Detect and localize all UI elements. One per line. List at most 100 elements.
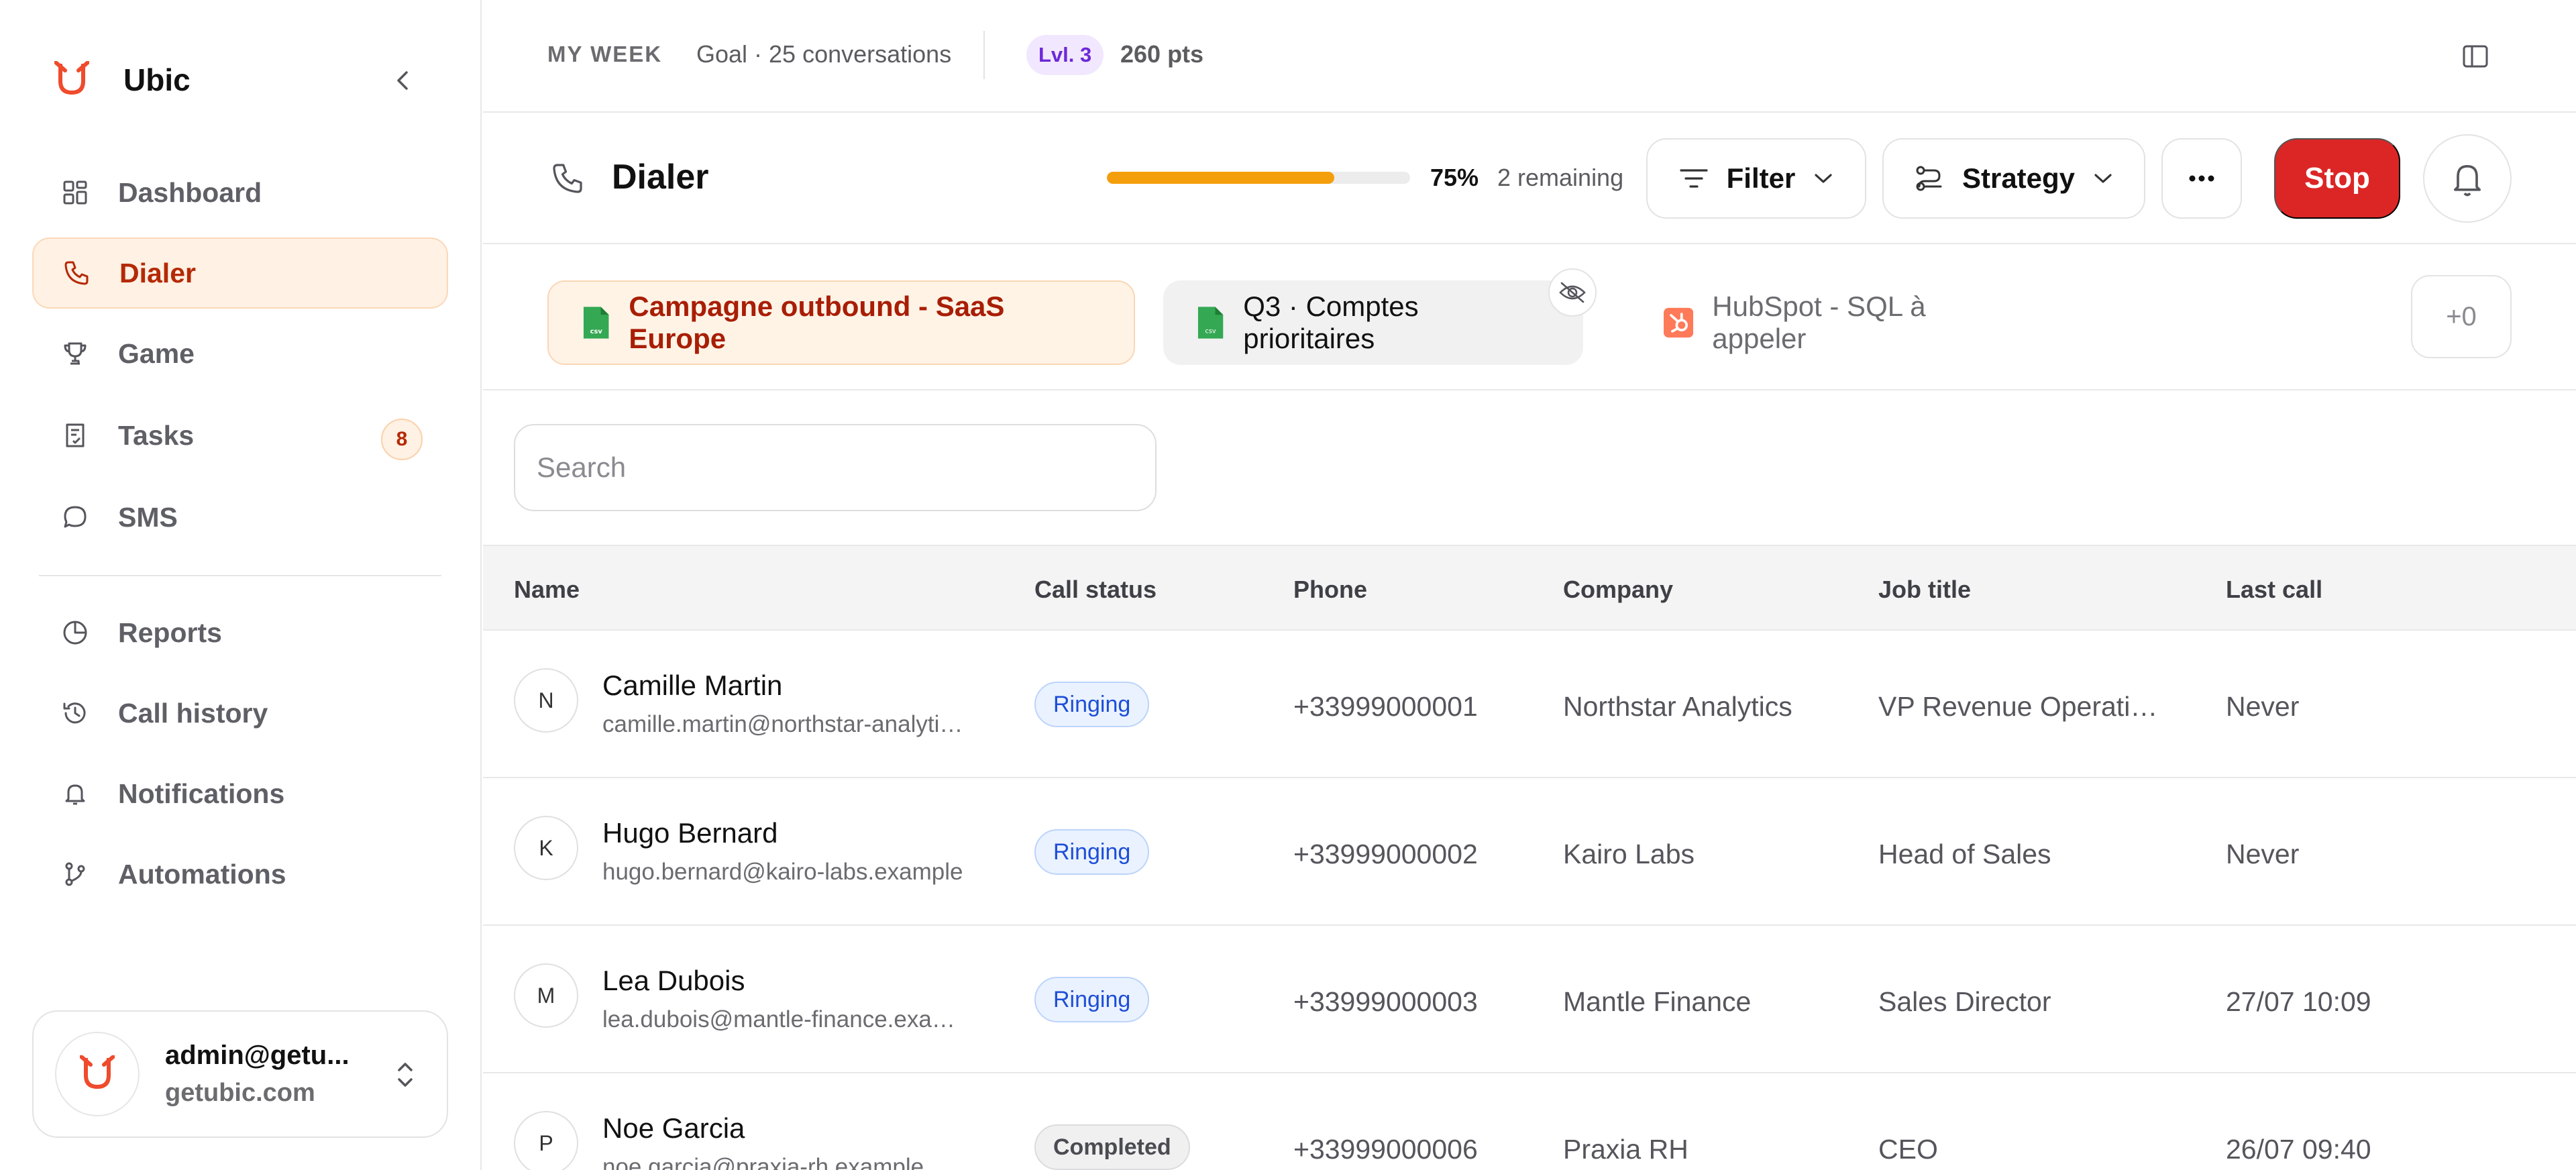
avatar: M [514,963,578,1028]
contact-email: camille.martin@northstar-analytics.examp… [602,711,965,737]
contact-email: noe.garcia@praxia-rh.example [602,1154,924,1170]
brand[interactable]: Ubic [52,56,191,103]
sidebar-item-dialer[interactable]: Dialer [32,237,448,309]
sidebar-item-label: SMS [118,501,178,533]
company-name: Kairo Labs [1563,839,1695,869]
strategy-label: Strategy [1962,162,2076,194]
phone-icon [547,158,588,199]
job-title: Head of Sales [1878,839,2051,869]
column-header-company[interactable]: Company [1563,576,1673,604]
sidebar-item-sms[interactable]: SMS [32,482,448,553]
ubic-logo-icon [52,60,91,99]
sidebar-item-call-history[interactable]: Call history [32,678,448,749]
table-row[interactable]: K Hugo Bernard hugo.bernard@kairo-labs.exa… [483,780,2576,926]
phone-number[interactable]: +33999000006 [1293,1134,1535,1165]
weekly-goal-bar: MY WEEK Goal · 25 conversations Lvl. 3 2… [483,0,2576,113]
dashboard-icon [60,178,90,207]
job-title: CEO [1878,1134,1938,1165]
avatar: P [514,1111,578,1170]
bell-icon [60,779,90,808]
sidebar-item-automations[interactable]: Automations [32,839,448,910]
phone-number[interactable]: +33999000001 [1293,691,1535,723]
sidebar-item-reports[interactable]: Reports [32,597,448,668]
column-header-name[interactable]: Name [514,576,580,604]
more-options-button[interactable] [2161,138,2242,219]
job-title: Sales Director [1878,986,2051,1017]
sidebar-item-label: Notifications [118,778,285,809]
tasks-count-badge: 8 [381,419,423,460]
avatar [55,1032,140,1116]
sidebar-divider [39,575,441,576]
filter-icon [1680,169,1708,188]
list-tab-hubspot-sql[interactable]: HubSpot - SQL à appeler [1631,280,2034,365]
sidebar-item-game[interactable]: Game [32,318,448,389]
user-account-switcher[interactable]: admin@getu... getubic.com [32,1010,448,1138]
table-row[interactable]: P Noe Garcia noe.garcia@praxia-rh.example C… [483,1075,2576,1170]
hide-list-button[interactable] [1548,268,1597,317]
sidebar: Ubic Dashboard Dialer Game Tasks 8 SMS R… [0,0,482,1170]
last-call: Never [2226,691,2300,722]
table-row[interactable]: N Camille Martin camille.martin@northstar-… [483,632,2576,778]
column-header-call-status[interactable]: Call status [1034,576,1157,604]
history-icon [60,698,90,728]
more-lists-button[interactable]: +0 [2411,275,2512,358]
sidebar-item-label: Dialer [119,257,196,288]
call-status-badge: Ringing [1034,977,1150,1022]
company-name: Northstar Analytics [1563,691,1792,722]
panel-icon [2463,45,2488,68]
sidebar-item-notifications[interactable]: Notifications [32,758,448,829]
eye-off-icon [1559,282,1586,303]
automation-icon [60,859,90,889]
column-header-last-call[interactable]: Last call [2226,576,2322,604]
filter-button[interactable]: Filter [1646,138,1866,219]
points-value: 260 pts [1120,40,1204,68]
toggle-panel-button[interactable] [2455,36,2496,76]
contact-name[interactable]: Camille Martin [602,670,782,702]
phone-number[interactable]: +33999000002 [1293,839,1535,870]
last-call: 26/07 09:40 [2226,1134,2371,1165]
column-header-job-title[interactable]: Job title [1878,576,1971,604]
contact-name[interactable]: Noe Garcia [602,1112,745,1145]
contact-email: hugo.bernard@kairo-labs.example [602,859,963,885]
strategy-icon [1916,166,1942,191]
session-progress-fill [1107,172,1334,184]
job-title: VP Revenue Operations [1878,691,2167,722]
column-header-phone[interactable]: Phone [1293,576,1367,604]
progress-percent: 75% [1430,164,1479,191]
search-input[interactable] [514,424,1157,511]
contact-email: lea.dubois@mantle-finance.example [602,1006,965,1032]
last-call: 27/07 10:09 [2226,986,2371,1017]
call-status-badge: Completed [1034,1124,1190,1170]
pie-chart-icon [60,618,90,647]
sidebar-item-tasks[interactable]: Tasks 8 [32,400,448,471]
tasks-icon [60,421,90,450]
sidebar-item-label: Reports [118,617,222,648]
list-tab-label: HubSpot - SQL à appeler [1712,290,1926,354]
notifications-button[interactable] [2423,134,2512,223]
contact-name[interactable]: Lea Dubois [602,965,745,997]
list-tab-label: Campagne outbound - SaaS Europe [629,290,1005,354]
phone-number[interactable]: +33999000003 [1293,986,1535,1018]
csv-sheet-icon: csv [583,307,609,339]
app-name: Ubic [123,62,191,97]
list-tab-campagne-outbound[interactable]: csv Campagne outbound - SaaS Europe [547,280,1135,365]
sidebar-item-label: Tasks [118,419,195,451]
more-horizontal-icon [2189,175,2214,182]
contact-name[interactable]: Hugo Bernard [602,817,778,849]
user-info: admin@getu... getubic.com [165,1041,366,1108]
chevron-left-icon [397,71,408,90]
last-call: Never [2226,839,2300,869]
call-list-tabs: csv Campagne outbound - SaaS Europe csv … [483,246,2576,390]
chevron-up-down-icon [386,1055,424,1095]
avatar: N [514,668,578,733]
session-progress-bar [1107,172,1410,184]
level-badge: Lvl. 3 [1026,35,1104,75]
table-row[interactable]: M Lea Dubois lea.dubois@mantle-finance.exa… [483,927,2576,1073]
sidebar-item-dashboard[interactable]: Dashboard [32,157,448,228]
collapse-sidebar-button[interactable] [384,62,421,99]
list-tab-q3-comptes[interactable]: csv Q3 · Comptes prioritaires [1163,280,1583,365]
chevron-down-icon [1815,174,1832,183]
bell-icon [2453,164,2481,197]
strategy-button[interactable]: Strategy [1882,138,2145,219]
stop-button[interactable]: Stop [2274,138,2400,219]
